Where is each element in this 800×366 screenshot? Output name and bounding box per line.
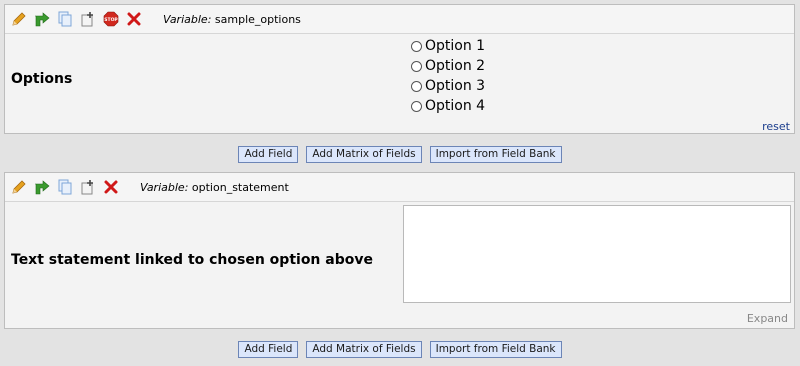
- radio-option-4[interactable]: Option 4: [411, 98, 485, 114]
- branching-arrow-icon[interactable]: [34, 179, 50, 195]
- add-field-buttons: Add Field Add Matrix of Fields Import fr…: [0, 146, 800, 163]
- move-icon[interactable]: [80, 11, 96, 27]
- pencil-icon[interactable]: [11, 179, 27, 195]
- variable-label: Variable: sample_options: [163, 13, 301, 26]
- reset-link[interactable]: reset: [762, 120, 790, 133]
- field-toolbar: STOP Variable: sample_options: [5, 5, 794, 34]
- expand-link[interactable]: Expand: [747, 312, 788, 325]
- branching-arrow-icon[interactable]: [34, 11, 50, 27]
- radio-button[interactable]: [411, 60, 422, 72]
- delete-icon[interactable]: [103, 179, 119, 195]
- variable-name: sample_options: [214, 12, 301, 26]
- pencil-icon[interactable]: [11, 11, 27, 27]
- copy-icon[interactable]: [57, 11, 73, 27]
- import-field-bank-button[interactable]: Import from Field Bank: [429, 146, 562, 163]
- stop-icon[interactable]: STOP: [103, 11, 119, 27]
- field-toolbar: Variable: option_statement: [5, 173, 794, 202]
- field-label: Text statement linked to chosen option a…: [11, 252, 373, 268]
- radio-button[interactable]: [411, 80, 422, 92]
- delete-icon[interactable]: [126, 11, 142, 27]
- variable-name: option_statement: [191, 180, 289, 194]
- variable-prefix: Variable:: [163, 12, 212, 26]
- field-body: Text statement linked to chosen option a…: [5, 202, 794, 330]
- add-field-button[interactable]: Add Field: [238, 341, 299, 358]
- add-matrix-button[interactable]: Add Matrix of Fields: [306, 146, 422, 163]
- radio-button[interactable]: [411, 100, 422, 112]
- radio-option-label: Option 2: [425, 58, 486, 74]
- radio-option-1[interactable]: Option 1: [411, 38, 485, 54]
- svg-text:STOP: STOP: [104, 17, 118, 23]
- radio-button[interactable]: [411, 40, 422, 52]
- copy-icon[interactable]: [57, 179, 73, 195]
- move-icon[interactable]: [80, 179, 96, 195]
- import-field-bank-button[interactable]: Import from Field Bank: [429, 341, 562, 358]
- add-matrix-button[interactable]: Add Matrix of Fields: [306, 341, 422, 358]
- add-field-button[interactable]: Add Field: [238, 146, 299, 163]
- radio-option-label: Option 3: [425, 78, 486, 94]
- radio-option-2[interactable]: Option 2: [411, 58, 485, 74]
- radio-option-label: Option 1: [425, 38, 486, 54]
- radio-option-3[interactable]: Option 3: [411, 78, 485, 94]
- radio-option-label: Option 4: [425, 98, 486, 114]
- field-body: Options Option 1 Option 2 Option 3 Optio…: [5, 34, 794, 135]
- field-option-statement: Variable: option_statement Text statemen…: [4, 172, 795, 329]
- variable-label: Variable: option_statement: [140, 181, 289, 194]
- text-statement-textarea[interactable]: [403, 205, 791, 303]
- field-label: Options: [11, 71, 73, 87]
- field-sample-options: STOP Variable: sample_options Options Op…: [4, 4, 795, 134]
- variable-prefix: Variable:: [140, 180, 189, 194]
- add-field-buttons: Add Field Add Matrix of Fields Import fr…: [0, 341, 800, 358]
